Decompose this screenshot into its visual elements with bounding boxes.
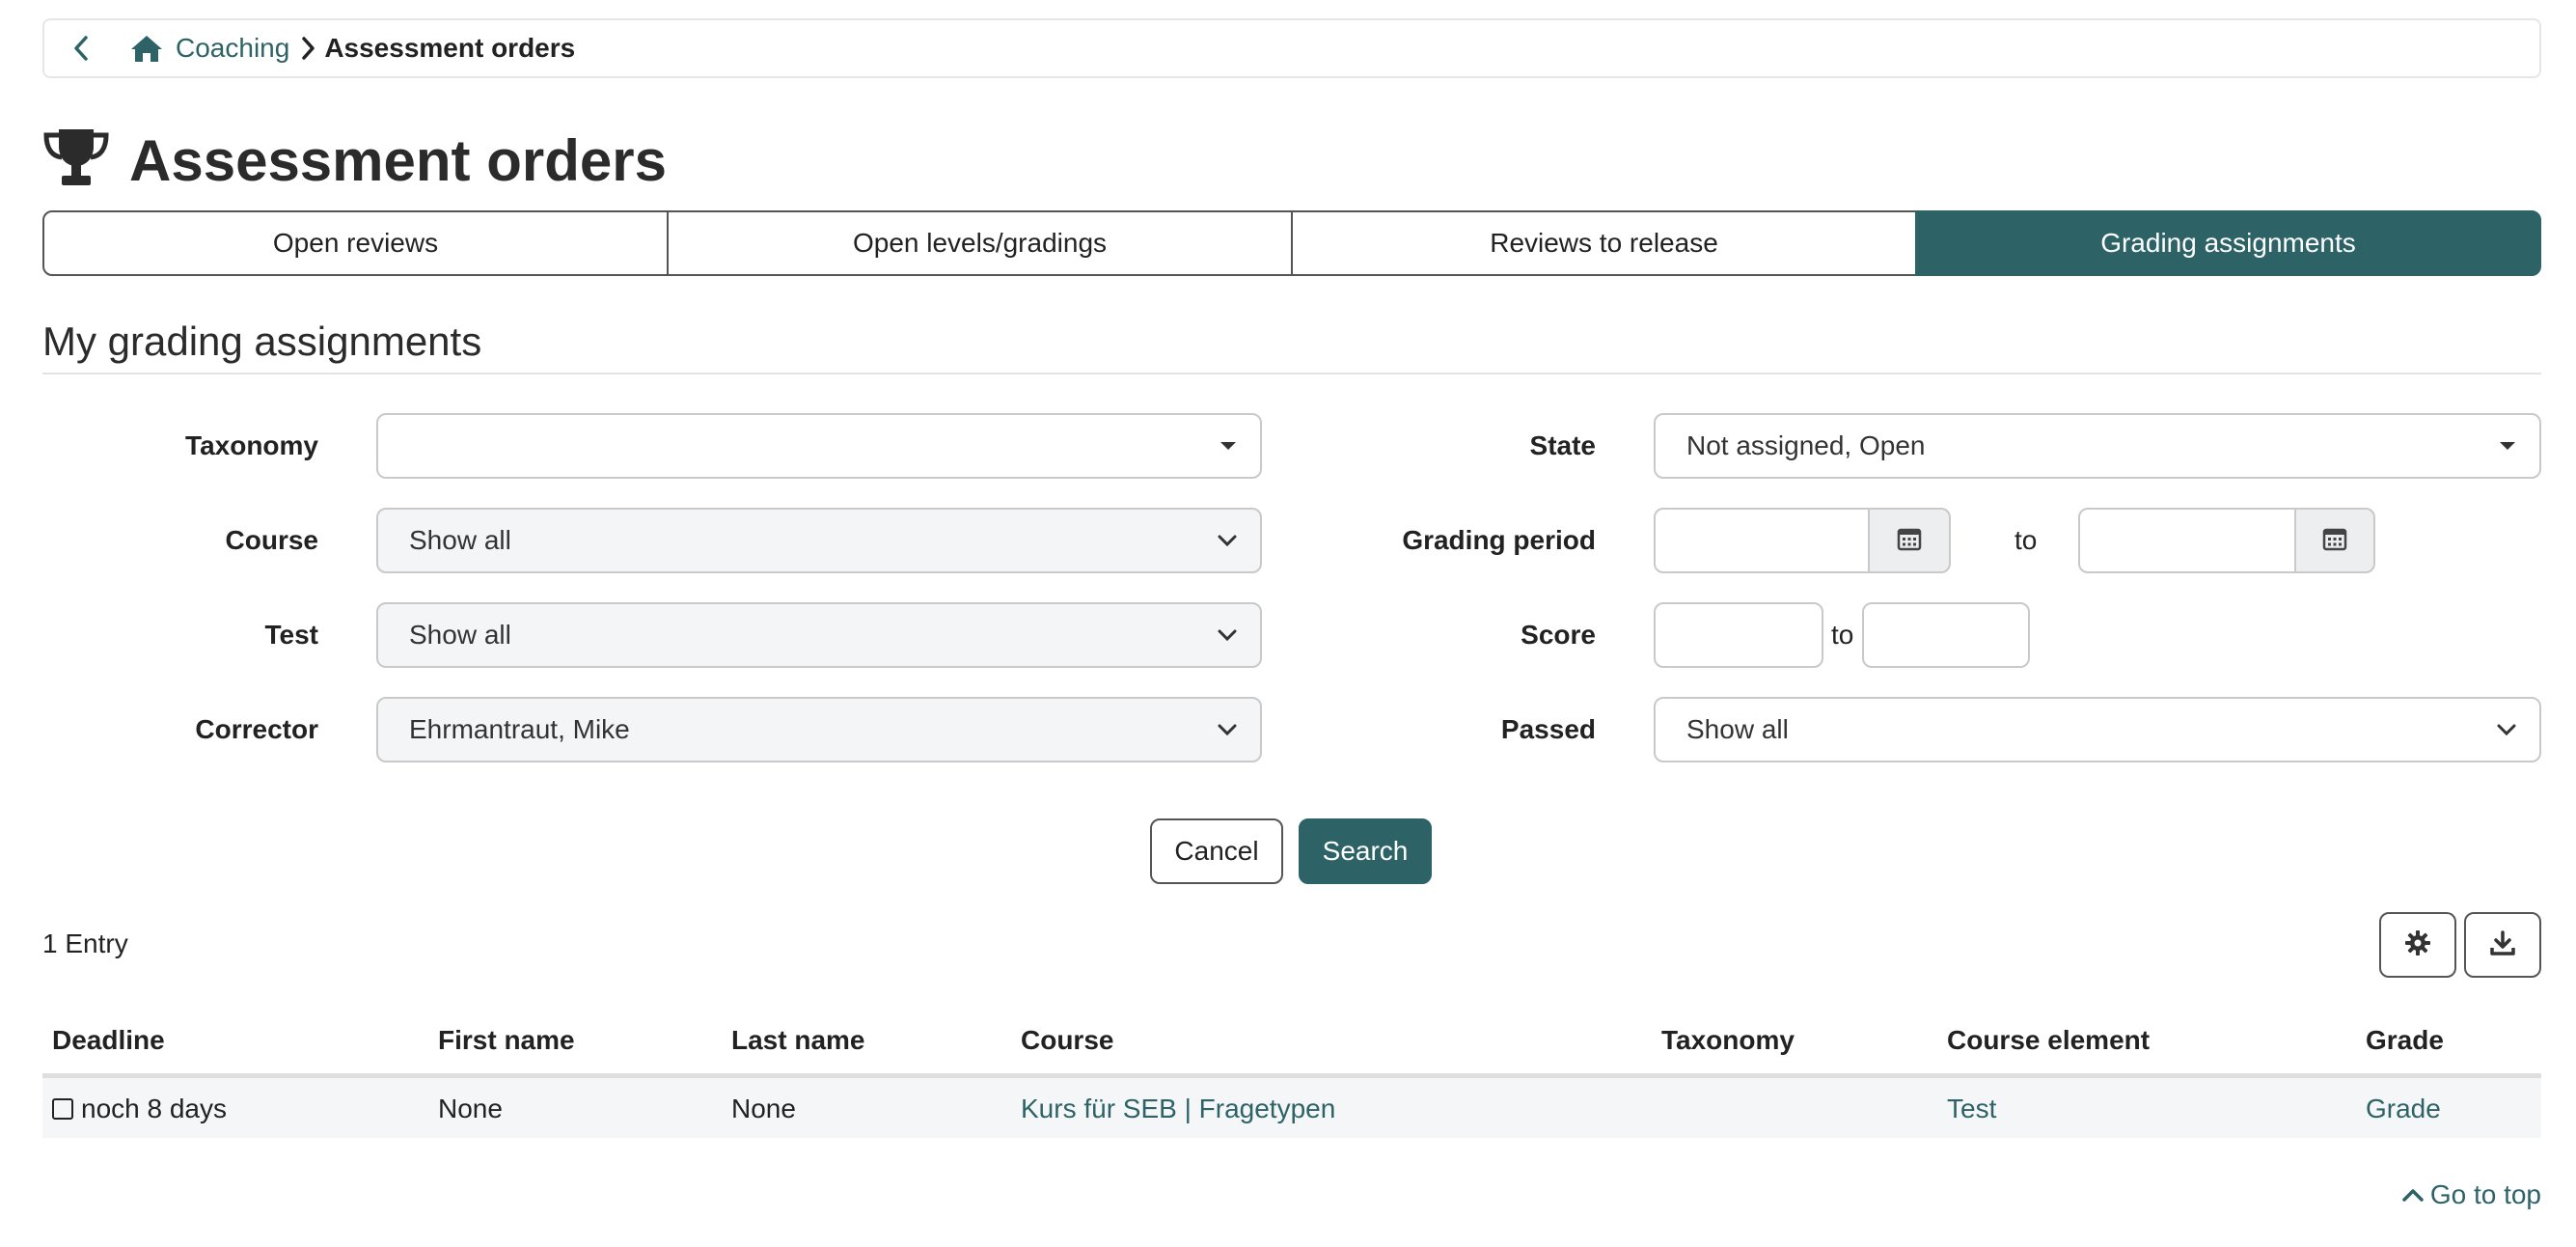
calendar-icon	[1897, 526, 1922, 556]
caret-down-icon	[1219, 415, 1237, 477]
trophy-icon	[42, 127, 110, 194]
state-value: Not assigned, Open	[1686, 430, 1926, 460]
tab-reviews-to-release[interactable]: Reviews to release	[1291, 210, 1917, 276]
grading-period-from-input[interactable]	[1654, 508, 1870, 573]
chevron-down-icon	[1218, 604, 1237, 666]
caret-down-icon	[2499, 415, 2516, 477]
first-name-cell: None	[438, 1094, 503, 1123]
grading-period-separator: to	[2014, 525, 2038, 555]
download-icon	[2489, 929, 2516, 961]
chevron-down-icon	[2497, 699, 2516, 761]
course-element-link[interactable]: Test	[1947, 1094, 1996, 1124]
column-header-taxonomy[interactable]: Taxonomy	[1661, 1025, 1795, 1056]
taxonomy-label: Taxonomy	[185, 430, 318, 460]
breadcrumb: Coaching Assessment orders	[42, 18, 2541, 78]
test-select[interactable]: Show all	[376, 602, 1262, 668]
go-to-top-link[interactable]: Go to top	[2401, 1179, 2541, 1210]
column-header-course-element[interactable]: Course element	[1947, 1025, 2150, 1056]
column-header-last-name[interactable]: Last name	[731, 1025, 865, 1056]
breadcrumb-link-coaching[interactable]: Coaching	[176, 33, 289, 64]
entry-count: 1 Entry	[42, 928, 128, 958]
passed-label: Passed	[1500, 714, 1596, 744]
column-header-deadline[interactable]: Deadline	[52, 1025, 165, 1056]
chevron-down-icon	[1218, 699, 1237, 761]
page: Coaching Assessment orders Assessment or…	[0, 0, 2576, 1247]
gear-icon	[2404, 929, 2431, 961]
taxonomy-select[interactable]	[376, 413, 1262, 479]
tab-bar: Open reviews Open levels/gradings Review…	[42, 210, 2541, 276]
chevron-up-icon	[2401, 1187, 2425, 1203]
tab-grading-assignments[interactable]: Grading assignments	[1915, 210, 2541, 276]
column-header-course[interactable]: Course	[1021, 1025, 1113, 1056]
square-icon	[52, 1098, 73, 1120]
deadline-value: noch 8 days	[81, 1094, 227, 1123]
corrector-label: Corrector	[195, 714, 318, 744]
table-settings-button[interactable]	[2379, 912, 2456, 978]
course-label: Course	[225, 525, 318, 555]
grade-link[interactable]: Grade	[2366, 1094, 2441, 1124]
cancel-button[interactable]: Cancel	[1150, 818, 1283, 884]
passed-value: Show all	[1686, 714, 1789, 744]
calendar-icon	[2322, 526, 2347, 556]
last-name-cell: None	[731, 1094, 796, 1123]
tab-open-reviews[interactable]: Open reviews	[42, 210, 669, 276]
score-label: Score	[1521, 620, 1596, 650]
home-icon[interactable]	[129, 34, 164, 63]
go-to-top-label: Go to top	[2429, 1179, 2541, 1209]
chevron-down-icon	[1218, 510, 1237, 571]
column-header-grade[interactable]: Grade	[2366, 1025, 2444, 1056]
page-header: Assessment orders	[42, 124, 667, 197]
calendar-to-button[interactable]	[2296, 508, 2375, 573]
course-link[interactable]: Kurs für SEB | Fragetypen	[1021, 1094, 1335, 1124]
passed-select[interactable]: Show all	[1654, 697, 2541, 762]
state-select[interactable]: Not assigned, Open	[1654, 413, 2541, 479]
score-to-input[interactable]	[1862, 602, 2030, 668]
score-from-input[interactable]	[1654, 602, 1823, 668]
score-separator: to	[1831, 620, 1854, 650]
test-value: Show all	[409, 620, 511, 650]
page-title: Assessment orders	[129, 127, 667, 193]
calendar-from-button[interactable]	[1870, 508, 1951, 573]
grading-period-to-input[interactable]	[2078, 508, 2296, 573]
column-header-first-name[interactable]: First name	[438, 1025, 575, 1056]
breadcrumb-current: Assessment orders	[324, 33, 576, 63]
corrector-select[interactable]: Ehrmantraut, Mike	[376, 697, 1262, 762]
course-select[interactable]: Show all	[376, 508, 1262, 573]
deadline-cell: noch 8 days	[52, 1094, 227, 1124]
divider	[42, 373, 2541, 374]
download-button[interactable]	[2464, 912, 2541, 978]
state-label: State	[1529, 430, 1596, 460]
corrector-value: Ehrmantraut, Mike	[409, 714, 630, 744]
grading-period-label: Grading period	[1402, 525, 1596, 555]
test-label: Test	[264, 620, 319, 650]
tab-open-levels-gradings[interactable]: Open levels/gradings	[667, 210, 1293, 276]
search-button[interactable]: Search	[1299, 818, 1432, 884]
chevron-right-icon	[301, 36, 316, 61]
section-title: My grading assignments	[42, 319, 482, 364]
course-value: Show all	[409, 525, 511, 555]
chevron-left-icon[interactable]	[62, 29, 100, 68]
